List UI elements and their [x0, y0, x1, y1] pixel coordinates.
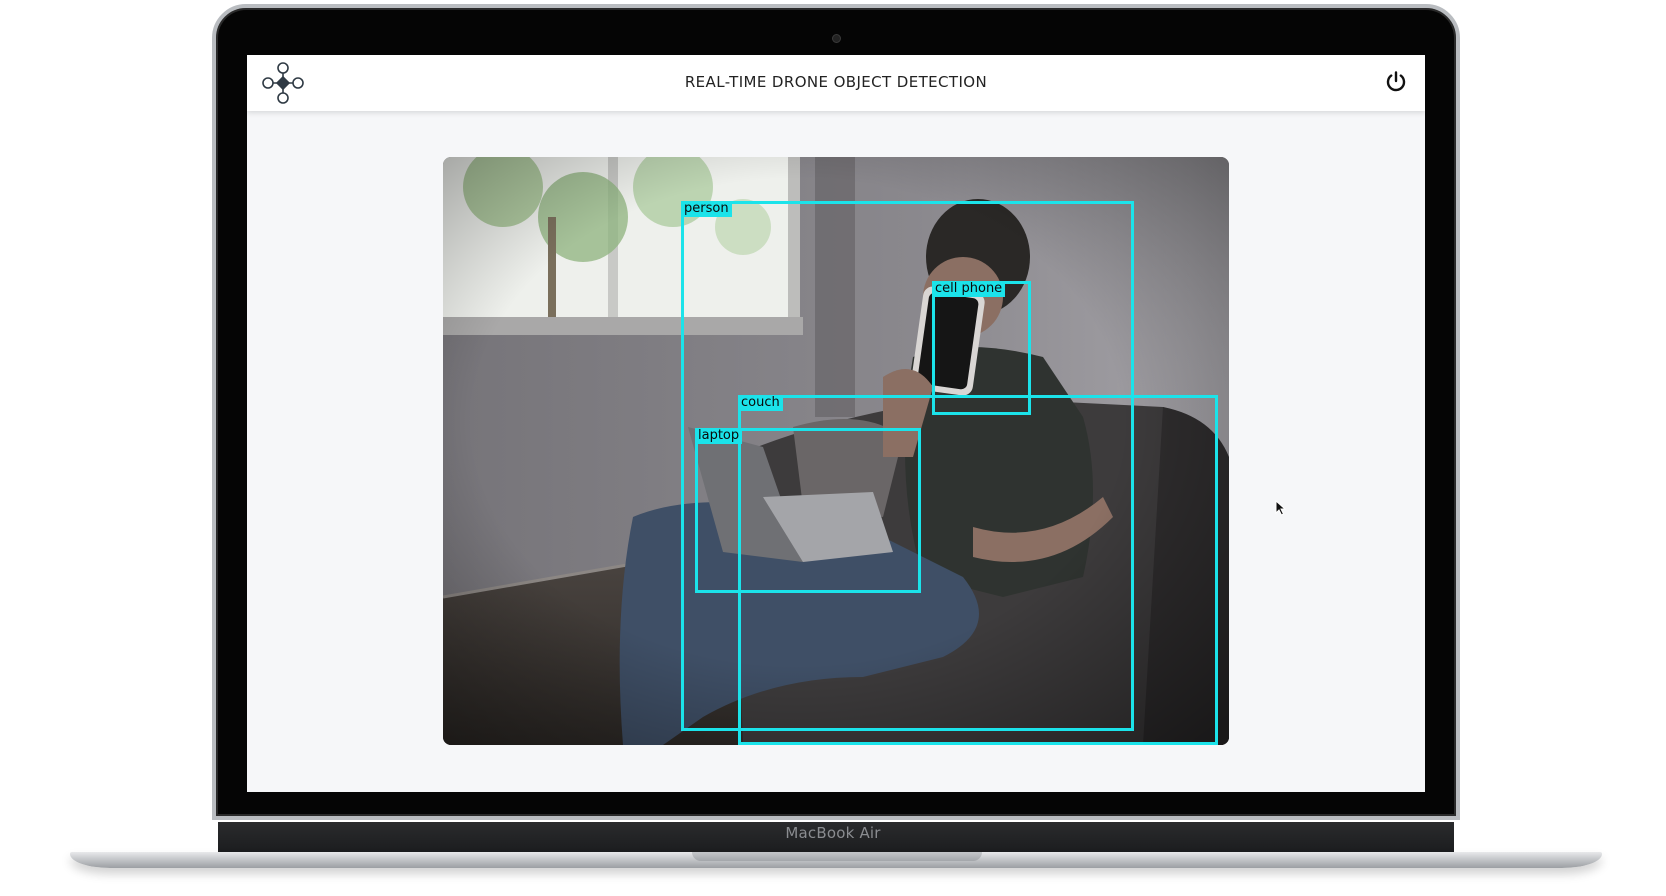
detection-label: couch: [738, 395, 783, 411]
page-title: REAL-TIME DRONE OBJECT DETECTION: [684, 73, 988, 91]
power-icon[interactable]: [1384, 70, 1408, 94]
detection-box-laptop: laptop: [695, 428, 921, 593]
detection-label: laptop: [695, 428, 743, 444]
laptop-notch: [692, 852, 982, 861]
detection-label: cell phone: [932, 281, 1006, 297]
header-bar: REAL-TIME DRONE OBJECT DETECTION: [247, 55, 1425, 111]
app-screen: REAL-TIME DRONE OBJECT DETECTION person …: [247, 55, 1425, 792]
webcam: [832, 34, 841, 43]
camera-feed: person cell phone couch laptop: [443, 157, 1229, 745]
detection-label: person: [681, 201, 732, 217]
brand-label: MacBook Air: [785, 824, 881, 842]
mouse-cursor-icon: [1275, 500, 1287, 516]
laptop-mockup: REAL-TIME DRONE OBJECT DETECTION person …: [0, 0, 1666, 896]
